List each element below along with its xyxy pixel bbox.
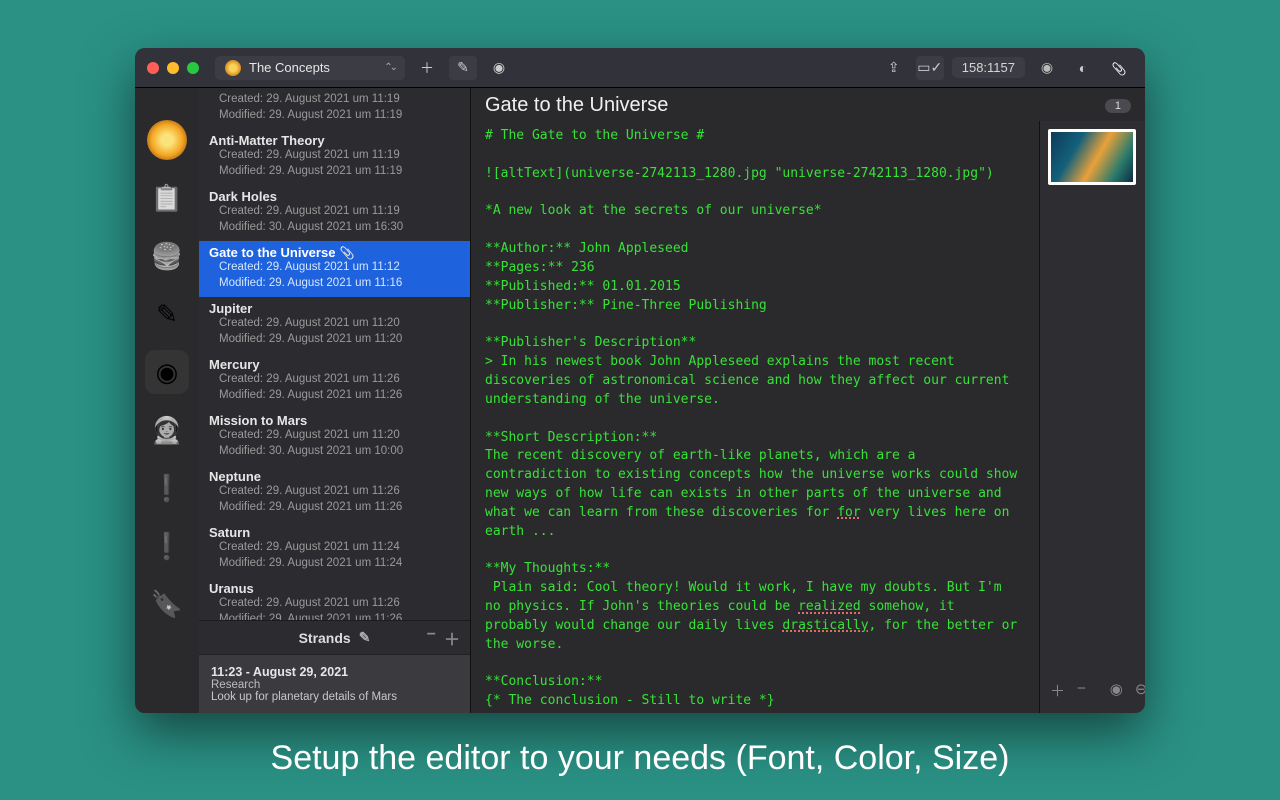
document-title: Gate to the Universe [485,94,668,117]
attachments-button[interactable] [1105,56,1133,80]
note-item[interactable]: UranusCreated: 29. August 2021 um 11:26M… [199,577,470,620]
sun-icon [225,60,241,76]
note-title: Saturn [209,525,460,540]
project-dropdown-label: The Concepts [249,60,330,75]
eye-icon[interactable]: ◉ [145,350,189,394]
word-count: 158:1157 [952,57,1025,78]
attachment-toolbar: ＋ − ◉ ⊖ [1048,676,1137,705]
note-title: Neptune [209,469,460,484]
note-modified: Modified: 29. August 2021 um 11:20 [209,332,460,348]
note-title: Mission to Mars [209,413,460,428]
note-title: Anti-Matter Theory [209,133,460,148]
note-created: Created: 29. August 2021 um 11:20 [209,428,460,444]
attach-more-button[interactable]: ⊖ [1135,680,1145,701]
strand-category: Research [211,679,458,691]
attach-remove-button[interactable]: − [1077,680,1086,701]
note-list[interactable]: Created: 29. August 2021 um 11:19Modifie… [199,88,470,620]
note-item[interactable]: MercuryCreated: 29. August 2021 um 11:26… [199,353,470,409]
share-button[interactable]: ⇪ [880,56,908,80]
note-modified: Modified: 29. August 2021 um 11:26 [209,612,460,620]
note-created: Created: 29. August 2021 um 11:26 [209,372,460,388]
badge1-icon[interactable]: ❗ [145,466,189,510]
burger-icon[interactable]: 🍔 [145,234,189,278]
note-item[interactable]: JupiterCreated: 29. August 2021 um 11:20… [199,297,470,353]
strands-label: Strands [299,630,351,646]
stats-button[interactable]: ▭✓ [916,56,944,80]
note-title: Mercury [209,357,460,372]
attach-preview-button[interactable]: ◉ [1110,680,1123,701]
remove-strand-button[interactable]: − [427,626,436,650]
note-modified: Modified: 29. August 2021 um 11:26 [209,500,460,516]
note-modified: Modified: 29. August 2021 um 11:24 [209,556,460,572]
sidebar: Created: 29. August 2021 um 11:19Modifie… [199,88,471,713]
note-created: Created: 29. August 2021 um 11:26 [209,484,460,500]
project-dropdown[interactable]: The Concepts ⌃⌄ [215,56,405,80]
note-created: Created: 29. August 2021 um 11:24 [209,540,460,556]
note-created: Created: 29. August 2021 um 11:19 [209,92,460,108]
note-item[interactable]: SaturnCreated: 29. August 2021 um 11:24M… [199,521,470,577]
chevron-updown-icon: ⌃⌄ [384,62,395,73]
add-button[interactable]: ＋ [413,56,441,80]
app-window: The Concepts ⌃⌄ ＋ ✎ ◉ ⇪ ▭✓ 158:1157 ◉ ◐ … [135,48,1145,713]
note-item[interactable]: Mission to MarsCreated: 29. August 2021 … [199,409,470,465]
note-title: Jupiter [209,301,460,316]
strand-time: 11:23 - August 29, 2021 [211,665,458,679]
zoom-window-button[interactable] [187,62,199,74]
note-created: Created: 29. August 2021 um 11:12 [209,260,460,276]
close-window-button[interactable] [147,62,159,74]
add-strand-button[interactable]: ＋ [444,626,460,650]
category-iconbar: 📋 🍔 ✎ ◉ 👩‍🚀 ❗ ❗ 🔖 [135,88,199,713]
paperclip-icon [1112,60,1127,76]
note-modified: Modified: 30. August 2021 um 10:00 [209,444,460,460]
attachment-thumbnail[interactable] [1048,129,1136,185]
note-item[interactable]: Dark HolesCreated: 29. August 2021 um 11… [199,185,470,241]
window-controls [147,62,199,74]
note-item[interactable]: NeptuneCreated: 29. August 2021 um 11:26… [199,465,470,521]
record-button[interactable]: ◉ [1033,56,1061,80]
note-modified: Modified: 29. August 2021 um 11:26 [209,388,460,404]
note-modified: Modified: 29. August 2021 um 11:16 [209,276,460,292]
titlebar: The Concepts ⌃⌄ ＋ ✎ ◉ ⇪ ▭✓ 158:1157 ◉ ◐ [135,48,1145,88]
attachment-pane: ＋ − ◉ ⊖ [1039,121,1145,713]
attachment-count-badge: 1 [1105,99,1131,113]
markdown-editor[interactable]: # The Gate to the Universe # ![altText](… [471,121,1039,713]
note-created: Created: 29. August 2021 um 11:20 [209,316,460,332]
sun-icon[interactable] [145,118,189,162]
strand-text: Look up for planetary details of Mars [211,691,458,703]
main-area: Gate to the Universe 1 # The Gate to the… [471,88,1145,713]
astronaut-icon[interactable]: 👩‍🚀 [145,408,189,452]
document-title-row: Gate to the Universe 1 [471,88,1145,121]
minimize-window-button[interactable] [167,62,179,74]
note-created: Created: 29. August 2021 um 11:19 [209,204,460,220]
bookmark-icon[interactable]: 🔖 [145,582,189,626]
note-title: Gate to the Universe [209,245,460,260]
edit-mode-button[interactable]: ✎ [449,56,477,80]
pencil-icon[interactable]: ✎ [359,629,371,646]
editor-icon[interactable]: ✎ [145,292,189,336]
note-title: Dark Holes [209,189,460,204]
note-created: Created: 29. August 2021 um 11:19 [209,148,460,164]
note-item[interactable]: Created: 29. August 2021 um 11:19Modifie… [199,88,470,129]
note-item[interactable]: Gate to the UniverseCreated: 29. August … [199,241,470,297]
paperclip-icon [339,245,354,260]
strand-item[interactable]: 11:23 - August 29, 2021 Research Look up… [199,654,470,713]
note-item[interactable]: Anti-Matter TheoryCreated: 29. August 20… [199,129,470,185]
sun-icon [147,120,187,160]
note-modified: Modified: 30. August 2021 um 16:30 [209,220,460,236]
note-modified: Modified: 29. August 2021 um 11:19 [209,164,460,180]
note-created: Created: 29. August 2021 um 11:26 [209,596,460,612]
note-modified: Modified: 29. August 2021 um 11:19 [209,108,460,124]
note-title: Uranus [209,581,460,596]
preview-mode-button[interactable]: ◉ [485,56,513,80]
settings-toggle[interactable]: ◐ [1069,56,1097,80]
strands-header: Strands ✎ − ＋ [199,620,470,654]
attach-add-button[interactable]: ＋ [1050,680,1065,701]
badge2-icon[interactable]: ❗ [145,524,189,568]
promo-caption: Setup the editor to your needs (Font, Co… [0,739,1280,778]
board-icon[interactable]: 📋 [145,176,189,220]
